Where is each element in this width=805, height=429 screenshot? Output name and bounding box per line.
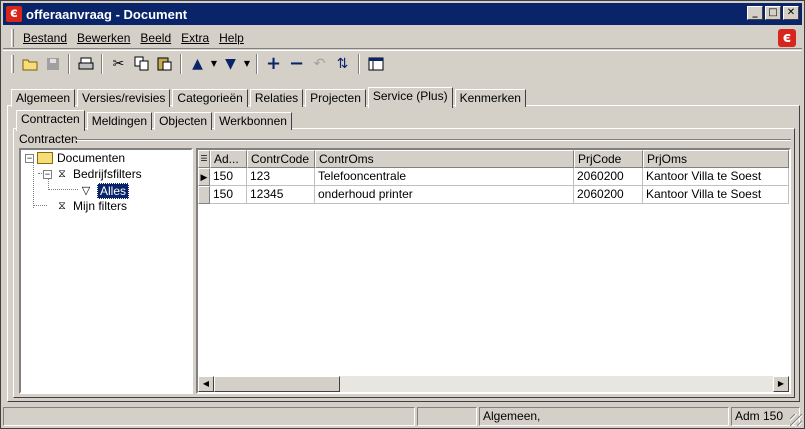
arrow-up-icon[interactable]: ▲	[186, 53, 209, 75]
collapse-icon[interactable]: −	[43, 169, 52, 179]
menu-bar: Bestand Bewerken Beeld Extra Help є	[3, 27, 802, 49]
application-window: є offeraanvraag - Document _ □ ✕ Bestand…	[0, 0, 805, 429]
column-header-contrcode[interactable]: ContrCode	[247, 150, 315, 168]
tree-node-mijn-filters[interactable]: ⧖ Mijn filters	[55, 199, 127, 213]
tab-projecten[interactable]: Projecten	[305, 89, 366, 107]
dropdown-up-icon[interactable]: ▼	[209, 53, 219, 75]
filter-group-icon: ⧖	[58, 200, 66, 212]
collapse-icon[interactable]: −	[25, 153, 34, 163]
column-header-adm[interactable]: Ad...	[210, 150, 247, 168]
cut-icon[interactable]: ✂	[107, 53, 130, 75]
tab-meldingen[interactable]: Meldingen	[86, 112, 153, 130]
tab-algemeen[interactable]: Algemeen	[11, 89, 76, 107]
arrow-down-icon[interactable]: ▼	[219, 53, 242, 75]
filter-icon: ▽	[81, 185, 91, 197]
maximize-button[interactable]: □	[765, 6, 781, 20]
column-header-controms[interactable]: ContrOms	[315, 150, 574, 168]
menu-bewerken[interactable]: Bewerken	[72, 31, 135, 45]
save-icon[interactable]	[41, 53, 64, 75]
filter-group-icon: ⧖	[58, 168, 66, 180]
dropdown-down-icon[interactable]: ▼	[242, 53, 252, 75]
contracts-grid: ☰ Ad... ContrCode ContrOms PrjCode PrjOm…	[196, 148, 791, 394]
remove-icon[interactable]: −	[285, 53, 308, 75]
app-logo-icon[interactable]: є	[6, 6, 22, 22]
table-row[interactable]: ▶ 150 123 Telefooncentrale 2060200 Kanto…	[198, 168, 789, 186]
scroll-left-icon[interactable]: ◀	[198, 376, 214, 392]
open-folder-icon[interactable]	[18, 53, 41, 75]
table-row[interactable]: 150 12345 onderhoud printer 2060200 Kant…	[198, 186, 789, 204]
tab-categorieen[interactable]: Categorieën	[172, 89, 248, 107]
paste-icon[interactable]	[153, 53, 176, 75]
menubar-grip[interactable]	[11, 28, 14, 47]
menu-bestand[interactable]: Bestand	[18, 31, 72, 45]
brand-logo-icon: є	[778, 29, 796, 47]
toolbar: ✂ ▲ ▼ ▼ ▼ + − ↶ ⇅	[3, 50, 802, 76]
grid-header: ☰ Ad... ContrCode ContrOms PrjCode PrjOm…	[198, 150, 789, 168]
copy-icon[interactable]	[130, 53, 153, 75]
row-indicator	[198, 186, 210, 204]
sub-tabs: Contracten Meldingen Objecten Werkbonnen	[16, 110, 294, 131]
tree-node-bedrijfsfilters[interactable]: − ⧖ Bedrijfsfilters	[43, 167, 142, 181]
undo-icon[interactable]: ↶	[308, 53, 331, 75]
tab-kenmerken[interactable]: Kenmerken	[454, 89, 526, 107]
scroll-right-icon[interactable]: ▶	[773, 376, 789, 392]
status-panel-2	[417, 407, 477, 426]
tab-versies-revisies[interactable]: Versies/revisies	[77, 89, 171, 107]
menu-extra[interactable]: Extra	[176, 31, 214, 45]
menu-help[interactable]: Help	[214, 31, 249, 45]
title-bar[interactable]: є offeraanvraag - Document _ □ ✕	[3, 3, 802, 25]
window-title: offeraanvraag - Document	[26, 6, 188, 22]
tree-node-documenten[interactable]: − Documenten	[25, 151, 125, 165]
scroll-thumb[interactable]	[214, 376, 340, 392]
tab-relaties[interactable]: Relaties	[249, 89, 304, 107]
print-icon[interactable]	[74, 53, 97, 75]
tab-objecten[interactable]: Objecten	[154, 112, 213, 130]
tab-contracten[interactable]: Contracten	[16, 110, 85, 131]
minimize-button[interactable]: _	[747, 6, 763, 20]
refresh-icon[interactable]: ⇅	[331, 53, 354, 75]
status-panel-1	[3, 407, 415, 426]
horizontal-scrollbar[interactable]: ◀ ▶	[198, 376, 789, 392]
group-divider	[76, 139, 791, 141]
toolbar-grip[interactable]	[11, 54, 14, 73]
grid-corner-icon[interactable]: ☰	[198, 150, 210, 168]
main-tabs: Algemeen Versies/revisies Categorieën Re…	[11, 87, 528, 108]
status-bar: Algemeen, Adm 150	[3, 407, 802, 427]
tab-service-plus[interactable]: Service (Plus)	[367, 87, 453, 108]
tab-werkbonnen[interactable]: Werkbonnen	[214, 112, 292, 130]
filter-tree[interactable]: − Documenten − ⧖ Bedrijfsfilters ▽ Alles…	[19, 148, 193, 394]
add-icon[interactable]: +	[262, 53, 285, 75]
tree-node-alles[interactable]: ▽ Alles	[79, 183, 130, 199]
menu-beeld[interactable]: Beeld	[135, 31, 176, 45]
layout-icon[interactable]	[364, 53, 387, 75]
group-label: Contracten	[19, 132, 78, 146]
close-button[interactable]: ✕	[783, 6, 799, 20]
column-header-prjoms[interactable]: PrjOms	[643, 150, 789, 168]
row-pointer-icon: ▶	[198, 168, 210, 186]
folder-icon	[37, 152, 53, 164]
column-header-prjcode[interactable]: PrjCode	[574, 150, 643, 168]
resize-grip[interactable]	[790, 414, 802, 426]
status-panel-3: Algemeen,	[479, 407, 729, 426]
